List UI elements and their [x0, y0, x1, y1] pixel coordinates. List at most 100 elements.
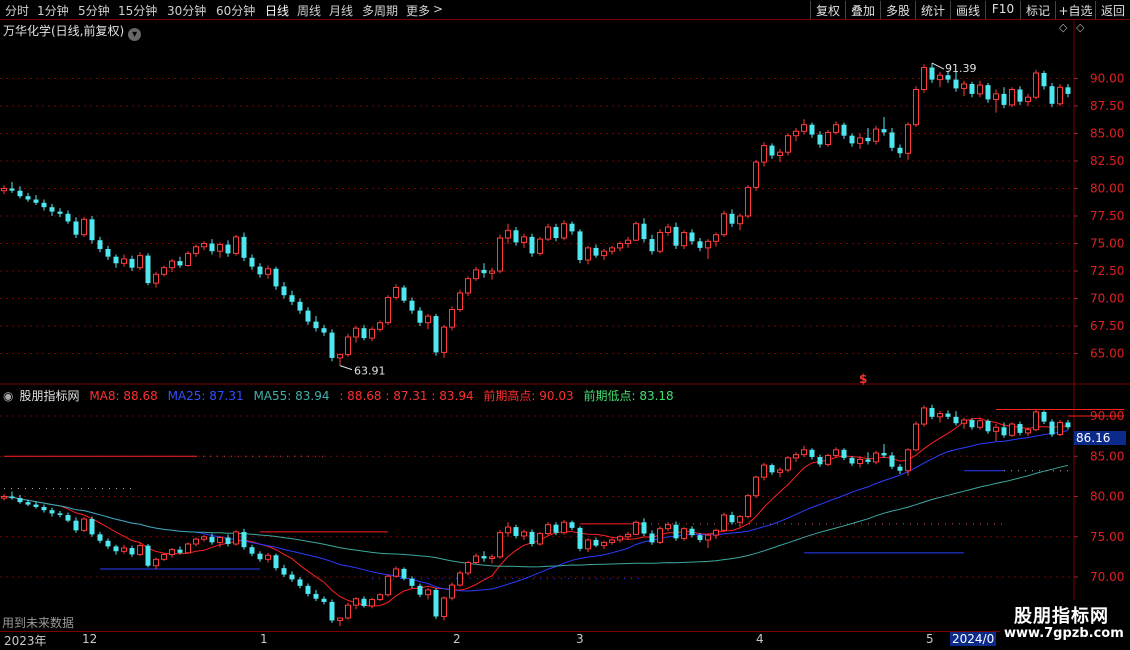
sub-candle-up	[193, 538, 199, 545]
main-candle-up	[153, 273, 159, 284]
main-candle-down	[305, 310, 311, 322]
main-candle-up	[793, 130, 799, 137]
sub-candle-down	[401, 568, 407, 579]
date-label: 4	[756, 632, 764, 646]
main-candle-up	[961, 83, 967, 89]
main-candle-up	[617, 243, 623, 249]
sub-candle-down	[569, 522, 575, 528]
main-candle-down	[297, 301, 303, 311]
sub-candle-up	[857, 458, 863, 464]
sub-candle-up	[385, 575, 391, 596]
prev-low-label: 前期低点: 83.18	[583, 389, 674, 403]
main-candle-down	[129, 258, 135, 268]
sub-candle-down	[297, 579, 303, 586]
main-candle-down	[817, 134, 823, 145]
y-tick-label: 77.50	[1090, 209, 1124, 223]
indicator-name[interactable]: 股朋指标网	[19, 389, 79, 403]
main-candle-down	[809, 124, 815, 135]
main-candle-down	[649, 239, 655, 252]
main-candle-down	[433, 316, 439, 353]
sub-candle-down	[841, 449, 847, 458]
main-candle-down	[1001, 93, 1007, 105]
sub-candle-up	[393, 568, 399, 577]
kline-chart[interactable]: 90.00 87.50 85.00 82.50 80.00 77.50 75.00 72.50…	[0, 0, 1130, 650]
sub-candle-down	[985, 420, 991, 432]
sub-candle-down	[529, 531, 535, 544]
main-candle-down	[577, 231, 583, 260]
main-candle-up	[753, 161, 759, 188]
main-candle-up	[601, 250, 607, 257]
sub-candle-up	[721, 514, 727, 531]
sub-candle-up	[185, 543, 191, 554]
sub-candle-down	[897, 466, 903, 471]
main-candle-down	[177, 261, 183, 266]
sub-candle-up	[449, 584, 455, 599]
sub-candle-down	[9, 496, 15, 499]
ma55-line	[3, 464, 1069, 568]
main-candle-down	[985, 85, 991, 100]
main-candle-down	[257, 266, 263, 275]
sub-candle-down	[673, 524, 679, 539]
sub-candle-down	[321, 598, 327, 602]
sub-candle-down	[145, 545, 151, 566]
main-candle-down	[593, 247, 599, 256]
main-axis-ticks: 90.00 87.50 85.00 82.50 80.00 77.50 75.00 72.50…	[1074, 72, 1124, 361]
sub-candle-down	[273, 555, 279, 569]
sub-candle-up	[121, 547, 127, 552]
sub-candle-up	[1, 496, 7, 499]
ma8-label: MA8: 88.68	[89, 389, 158, 403]
sub-candle-up	[761, 464, 767, 478]
main-candle-down	[401, 287, 407, 301]
sub-candle-up	[937, 413, 943, 418]
main-candle-up	[785, 135, 791, 153]
main-candle-down	[33, 199, 39, 203]
date-label: 3	[576, 632, 584, 646]
main-candle-up	[441, 326, 447, 353]
main-candle-up	[345, 336, 351, 356]
main-candle-down	[289, 295, 295, 302]
main-candle-down	[697, 241, 703, 248]
y-tick-label: 80.00	[1090, 490, 1124, 504]
sub-candle-down	[57, 513, 63, 516]
sub-candle-down	[1065, 422, 1071, 428]
main-candle-down	[945, 75, 951, 80]
sub-candle-down	[1017, 424, 1023, 433]
date-label: 5	[926, 632, 934, 646]
sub-candle-up	[473, 555, 479, 564]
main-candle-down	[97, 240, 103, 249]
sub-candle-down	[953, 416, 959, 424]
main-candle-up	[505, 229, 511, 239]
main-candle-up	[713, 234, 719, 242]
sub-candle-down	[17, 498, 23, 503]
y-tick-label: 70.00	[1090, 292, 1124, 306]
y-tick-label: 72.50	[1090, 264, 1124, 278]
sub-candle-down	[417, 585, 423, 595]
main-candle-up	[121, 258, 127, 264]
sub-candle-down	[593, 539, 599, 546]
main-candle-up	[353, 327, 359, 338]
main-candle-down	[9, 188, 15, 191]
y-tick-label: 85.00	[1090, 449, 1124, 463]
sub-candle-up	[537, 533, 543, 545]
y-tick-label: 75.00	[1090, 530, 1124, 544]
main-candle-down	[889, 132, 895, 148]
sub-candle-up	[745, 495, 751, 518]
sub-candle-down	[97, 534, 103, 541]
sub-candle-down	[1001, 427, 1007, 436]
sub-candle-down	[945, 413, 951, 417]
date-label: 2	[453, 632, 461, 646]
sub-candle-up	[265, 554, 271, 560]
main-candle-up	[1033, 72, 1039, 98]
sub-candle-up	[1033, 411, 1039, 431]
sub-candle-down	[249, 547, 255, 554]
settings-icon[interactable]: ◉	[3, 389, 13, 403]
high-label: 91.39	[945, 62, 977, 75]
main-candle-down	[1041, 73, 1047, 87]
main-candle-up	[585, 247, 591, 261]
sub-candle-up	[617, 536, 623, 541]
main-candle-down	[57, 211, 63, 214]
main-candle-up	[873, 128, 879, 142]
sub-candle-down	[641, 522, 647, 534]
sub-candle-up	[737, 516, 743, 523]
sub-candle-down	[313, 593, 319, 599]
